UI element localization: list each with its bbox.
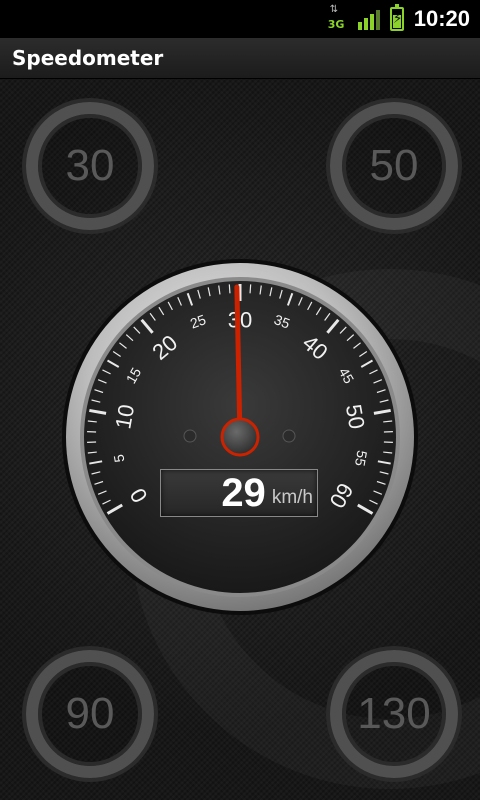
gauge-tick-label: 10: [110, 402, 139, 430]
speed-unit: km/h: [271, 487, 313, 508]
gauge-tick: [228, 284, 231, 294]
gauge-tick: [249, 284, 252, 294]
speed-value: 29: [221, 470, 266, 515]
gauge-screw-left: [183, 429, 197, 443]
gauge-screw-right: [282, 429, 296, 443]
speedometer-gauge: 010203040506051525354555: [62, 259, 418, 615]
gauge-tick-label: 55: [352, 449, 370, 467]
gauge-hub: [220, 417, 260, 457]
speed-readout: 29 km/h: [160, 469, 318, 517]
gauge-tick-label: 50: [341, 402, 370, 430]
